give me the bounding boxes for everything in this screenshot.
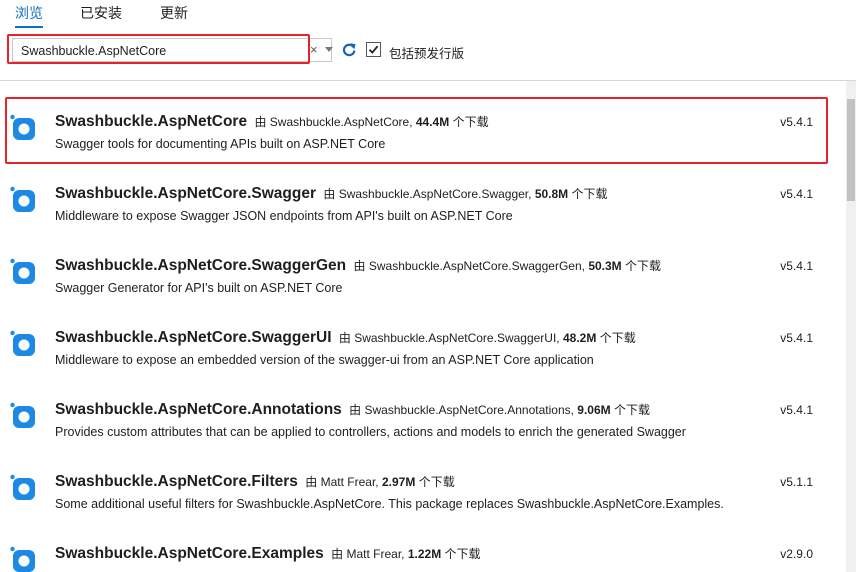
package-downloads: 50.8M — [534, 187, 569, 201]
package-version: v5.4.1 — [780, 115, 813, 129]
downloads-label: 个下载 — [625, 259, 662, 273]
package-author: Matt Frear, — [346, 547, 405, 561]
package-downloads: 9.06M — [577, 403, 611, 417]
package-list-item[interactable]: Swashbuckle.AspNetCore.Filters 由 Matt Fr… — [0, 441, 846, 513]
package-icon — [10, 402, 35, 428]
package-list-item[interactable]: Swashbuckle.AspNetCore 由 Swashbuckle.Asp… — [0, 81, 846, 153]
package-downloads: 48.2M — [562, 331, 597, 345]
clear-search-icon[interactable]: × — [310, 42, 318, 57]
scrollbar-thumb[interactable] — [847, 99, 855, 201]
package-downloads: 44.4M — [415, 115, 450, 129]
package-name[interactable]: Swashbuckle.AspNetCore.Swagger — [55, 185, 316, 202]
package-version: v2.9.0 — [780, 547, 813, 561]
package-list-item[interactable]: Swashbuckle.AspNetCore.Swagger 由 Swashbu… — [0, 153, 846, 225]
package-icon — [10, 330, 35, 356]
package-header-line: Swashbuckle.AspNetCore.Examples 由 Matt F… — [55, 545, 481, 563]
package-name[interactable]: Swashbuckle.AspNetCore.Filters — [55, 473, 298, 490]
package-author: Swashbuckle.AspNetCore, — [269, 115, 413, 129]
package-header-line: Swashbuckle.AspNetCore.Annotations 由 Swa… — [55, 401, 650, 419]
package-header-line: Swashbuckle.AspNetCore 由 Swashbuckle.Asp… — [55, 113, 489, 131]
scrollbar[interactable] — [846, 81, 856, 572]
package-downloads: 2.97M — [381, 475, 416, 489]
package-name[interactable]: Swashbuckle.AspNetCore.SwaggerUI — [55, 329, 332, 346]
downloads-label: 个下载 — [614, 403, 651, 417]
package-by-label: 由 — [331, 547, 344, 561]
package-list-item[interactable]: Swashbuckle.AspNetCore.Annotations 由 Swa… — [0, 369, 846, 441]
package-author: Matt Frear, — [320, 475, 379, 489]
package-by-label: 由 — [254, 115, 267, 129]
downloads-label: 个下载 — [444, 547, 481, 561]
package-author: Swashbuckle.AspNetCore.Annotations, — [364, 403, 574, 417]
downloads-label: 个下载 — [418, 475, 455, 489]
package-by-label: 由 — [323, 187, 336, 201]
tab-browse[interactable]: 浏览 — [15, 3, 43, 28]
package-list-item[interactable]: Swashbuckle.AspNetCore.SwaggerUI 由 Swash… — [0, 297, 846, 369]
package-by-label: 由 — [305, 475, 318, 489]
downloads-label: 个下载 — [571, 187, 608, 201]
package-list-item[interactable]: Swashbuckle.AspNetCore.Examples 由 Matt F… — [0, 513, 846, 572]
search-row: × 包括预发行版 — [0, 34, 856, 70]
search-input[interactable] — [21, 42, 306, 59]
package-description: Middleware to expose Swagger JSON endpoi… — [55, 209, 513, 223]
package-header-line: Swashbuckle.AspNetCore.Filters 由 Matt Fr… — [55, 473, 455, 491]
package-author: Swashbuckle.AspNetCore.Swagger, — [338, 187, 532, 201]
prerelease-label[interactable]: 包括预发行版 — [389, 43, 464, 62]
package-by-label: 由 — [349, 403, 362, 417]
package-list: Swashbuckle.AspNetCore 由 Swashbuckle.Asp… — [0, 81, 846, 572]
search-box: × — [12, 38, 333, 62]
package-description: Provides custom attributes that can be a… — [55, 425, 686, 439]
package-author: Swashbuckle.AspNetCore.SwaggerGen, — [368, 259, 585, 273]
tab-bar: 浏览 已安装 更新 — [0, 0, 856, 30]
package-version: v5.4.1 — [780, 403, 813, 417]
downloads-label: 个下载 — [452, 115, 489, 129]
package-description: Swagger Generator for API's built on ASP… — [55, 281, 343, 295]
package-description: Swagger tools for documenting APIs built… — [55, 137, 386, 151]
prerelease-checkbox[interactable] — [366, 42, 381, 57]
package-name[interactable]: Swashbuckle.AspNetCore.SwaggerGen — [55, 257, 346, 274]
package-downloads: 1.22M — [407, 547, 442, 561]
package-version: v5.1.1 — [780, 475, 813, 489]
package-downloads: 50.3M — [588, 259, 622, 273]
package-name[interactable]: Swashbuckle.AspNetCore — [55, 113, 247, 130]
tab-updates[interactable]: 更新 — [160, 3, 188, 23]
package-icon — [10, 186, 35, 212]
package-by-label: 由 — [353, 259, 366, 273]
package-by-label: 由 — [338, 331, 351, 345]
package-version: v5.4.1 — [780, 259, 813, 273]
package-name[interactable]: Swashbuckle.AspNetCore.Annotations — [55, 401, 342, 418]
package-description: Middleware to expose an embedded version… — [55, 353, 594, 367]
package-list-item[interactable]: Swashbuckle.AspNetCore.SwaggerGen 由 Swas… — [0, 225, 846, 297]
search-history-dropdown-icon[interactable] — [325, 47, 333, 52]
package-version: v5.4.1 — [780, 331, 813, 345]
tab-installed[interactable]: 已安装 — [80, 3, 122, 23]
package-description: Some additional useful filters for Swash… — [55, 497, 724, 511]
checkmark-icon — [368, 45, 379, 54]
package-name[interactable]: Swashbuckle.AspNetCore.Examples — [55, 545, 324, 562]
package-header-line: Swashbuckle.AspNetCore.SwaggerGen 由 Swas… — [55, 257, 661, 275]
downloads-label: 个下载 — [599, 331, 636, 345]
package-icon — [10, 474, 35, 500]
package-author: Swashbuckle.AspNetCore.SwaggerUI, — [354, 331, 560, 345]
package-header-line: Swashbuckle.AspNetCore.Swagger 由 Swashbu… — [55, 185, 608, 203]
package-icon — [10, 258, 35, 284]
package-icon — [10, 546, 35, 572]
refresh-icon[interactable] — [341, 42, 357, 58]
package-header-line: Swashbuckle.AspNetCore.SwaggerUI 由 Swash… — [55, 329, 636, 347]
package-version: v5.4.1 — [780, 187, 813, 201]
package-icon — [10, 114, 35, 140]
